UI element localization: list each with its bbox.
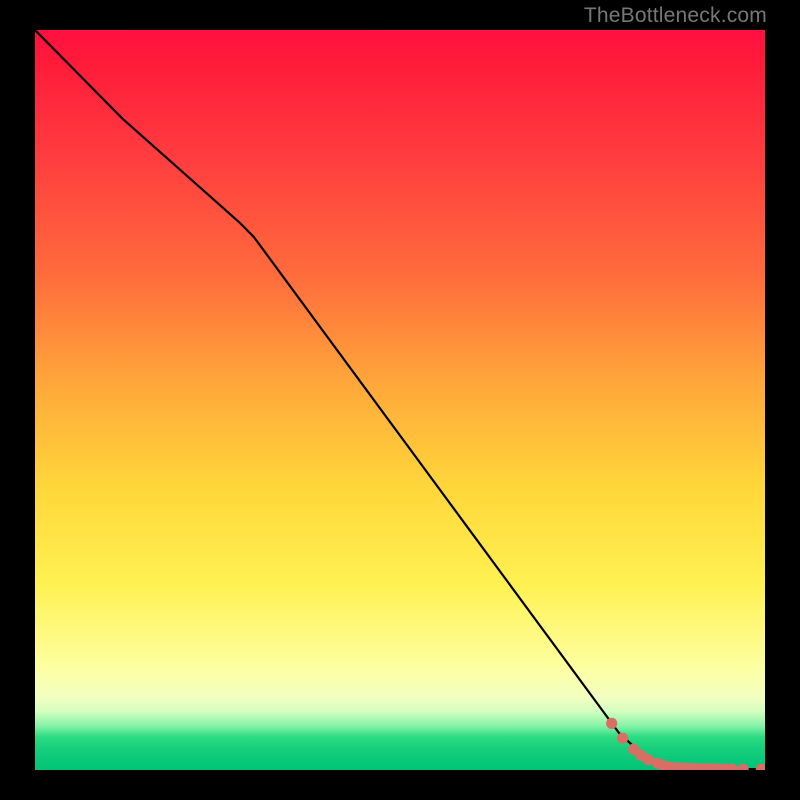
marker-dot [738, 764, 749, 770]
marker-dot [756, 764, 765, 770]
watermark-text: TheBottleneck.com [584, 4, 767, 28]
marker-dot [606, 718, 617, 729]
marker-dot [617, 733, 628, 744]
marker-dot [727, 764, 738, 770]
chart-stage: TheBottleneck.com [0, 0, 800, 800]
bottleneck-curve-line [35, 30, 765, 769]
plot-area [35, 30, 765, 770]
chart-svg-layer [35, 30, 765, 770]
bottleneck-curve-path [35, 30, 765, 769]
